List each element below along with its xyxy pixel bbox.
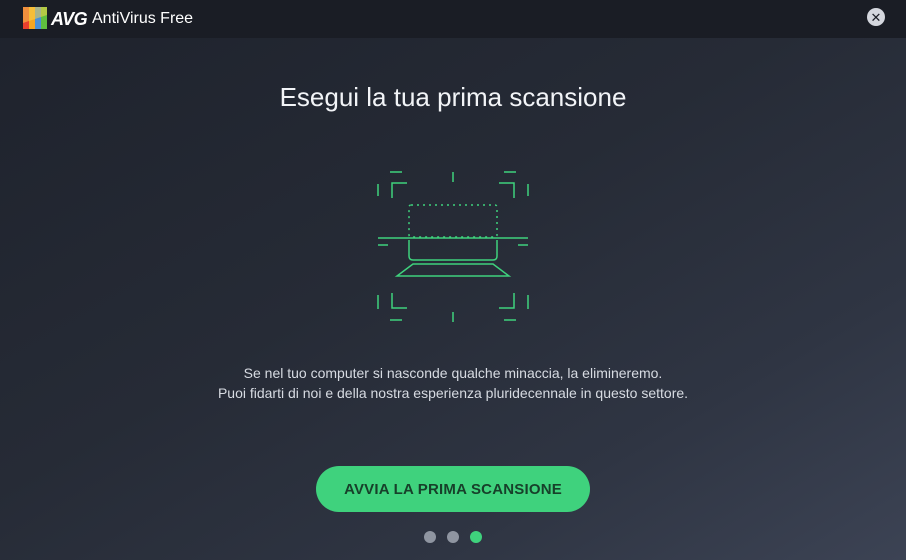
pagination-dot-2[interactable] (447, 531, 459, 543)
description-line-1: Se nel tuo computer si nasconde qualche … (243, 365, 663, 381)
page-title: Esegui la tua prima scansione (279, 82, 627, 112)
description: Se nel tuo computer si nasconde qualche … (0, 363, 906, 403)
laptop-scan-icon (377, 171, 529, 322)
avg-logo-icon (23, 7, 47, 29)
close-icon: ✕ (870, 9, 882, 25)
brand-logo-text: AVG (51, 9, 88, 29)
description-line-2: Puoi fidarti di noi e della nostra esper… (217, 385, 689, 401)
pagination-dot-3[interactable] (470, 531, 482, 543)
pagination-dots (0, 531, 906, 543)
start-first-scan-button[interactable]: AVVIA LA PRIMA SCANSIONE (316, 466, 590, 512)
close-button[interactable]: ✕ (867, 8, 885, 26)
title-bar: AVG AntiVirus Free ✕ (0, 0, 906, 38)
product-name: AntiVirus Free (92, 10, 194, 27)
pagination-dot-1[interactable] (424, 531, 436, 543)
onboarding-window: AVG AntiVirus Free ✕ Esegui la tua prima… (0, 0, 906, 560)
